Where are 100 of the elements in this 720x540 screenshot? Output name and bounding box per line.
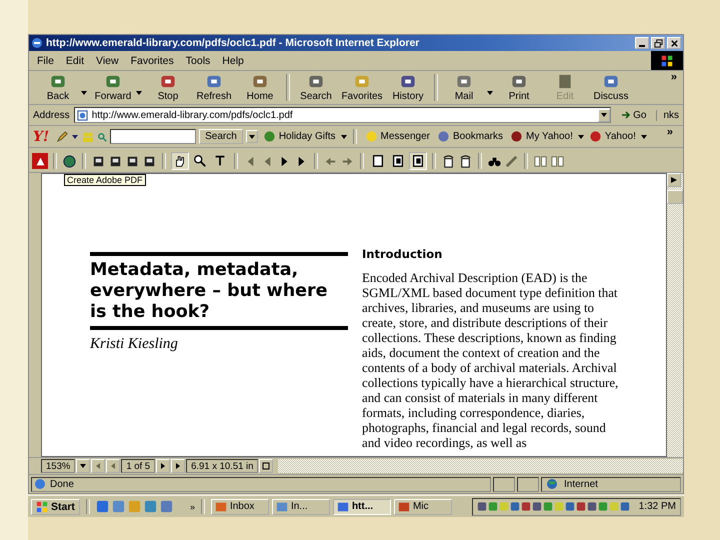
start-button[interactable]: Start xyxy=(31,498,80,514)
app-icon xyxy=(336,500,349,512)
quick-launch-icon[interactable] xyxy=(96,500,109,513)
dropdown-button[interactable] xyxy=(598,108,610,122)
rotate-page-icon[interactable] xyxy=(458,154,473,168)
app-icon xyxy=(398,500,410,512)
previous-page-button[interactable] xyxy=(106,459,120,473)
taskbar-button[interactable]: In... xyxy=(272,498,330,514)
toolbar-link[interactable]: Bookmarks xyxy=(434,130,505,143)
magnifier-icon xyxy=(193,154,207,168)
app-icon xyxy=(214,500,227,512)
toolbar-button[interactable]: Back xyxy=(35,73,81,102)
search-field[interactable] xyxy=(110,129,196,144)
author-name: Kristi Kiesling xyxy=(90,335,179,353)
caret-icon[interactable] xyxy=(640,134,647,138)
caret-icon xyxy=(248,134,255,138)
menu-item[interactable]: Tools xyxy=(186,54,210,66)
toolbar-link[interactable]: Yahoo! xyxy=(586,130,638,143)
tray-icon[interactable] xyxy=(620,501,630,512)
search-icon xyxy=(97,132,108,142)
windows-logo-icon xyxy=(651,51,683,70)
close-button[interactable] xyxy=(667,37,681,49)
tray-icon[interactable] xyxy=(510,501,520,512)
toolbar-button[interactable]: Mail xyxy=(441,73,487,102)
go-button[interactable]: Go xyxy=(615,110,652,120)
first-page-button[interactable] xyxy=(91,459,106,473)
link-icon xyxy=(364,130,378,143)
toolbar-button[interactable]: Stop xyxy=(145,73,191,102)
section-heading: Introduction xyxy=(362,247,444,261)
menu-item[interactable]: Help xyxy=(222,54,244,66)
toolbar-button[interactable]: History xyxy=(385,73,431,102)
window-title: http://www.emerald-library.com/pdfs/oclc1.pdf - Microsoft Internet Explorer xyxy=(46,37,420,49)
tray-icon[interactable] xyxy=(586,501,597,512)
text-cursor-icon xyxy=(213,154,227,168)
status-pane xyxy=(493,476,515,492)
app-icon xyxy=(276,500,288,512)
toolbar-button[interactable]: Discuss xyxy=(588,73,634,102)
dropdown-button[interactable] xyxy=(246,130,258,143)
tray-icon[interactable] xyxy=(520,501,531,512)
square-icon xyxy=(262,462,270,470)
rotate-page-icon[interactable] xyxy=(441,154,456,168)
tray-icon[interactable] xyxy=(532,501,542,512)
vertical-scrollbar[interactable] xyxy=(667,173,683,457)
caret-icon[interactable] xyxy=(72,134,78,138)
clock: 1:32 PM xyxy=(638,501,676,512)
toolbar-button[interactable]: Print xyxy=(496,73,542,102)
next-page-button[interactable] xyxy=(156,459,170,473)
column-icon[interactable] xyxy=(533,154,548,168)
menu-item[interactable]: Favorites xyxy=(130,54,174,66)
globe-icon[interactable] xyxy=(62,154,77,168)
taskbar-button[interactable]: Inbox xyxy=(210,498,269,514)
restore-icon xyxy=(654,38,662,48)
restore-button[interactable] xyxy=(651,37,665,49)
menu-item[interactable]: Edit xyxy=(66,54,84,66)
minimize-button[interactable] xyxy=(635,37,649,49)
page-layout-button[interactable] xyxy=(259,459,274,473)
caret-icon[interactable] xyxy=(81,90,87,94)
horizontal-scrollbar[interactable] xyxy=(278,459,683,473)
caret-icon[interactable] xyxy=(136,90,142,94)
more-chevron[interactable]: » xyxy=(670,71,683,83)
menu-item[interactable]: File xyxy=(37,54,54,66)
last-page-button[interactable] xyxy=(171,459,186,473)
tray-icon[interactable] xyxy=(576,501,586,512)
minimize-icon xyxy=(639,44,645,46)
toolbar-button[interactable]: Home xyxy=(237,73,283,102)
windows-logo-icon xyxy=(36,500,48,512)
link-icon xyxy=(262,130,276,143)
tool-button[interactable] xyxy=(171,152,189,170)
page-number[interactable]: 1 of 5 xyxy=(121,459,156,473)
zoom-level[interactable]: 153% xyxy=(41,459,76,473)
pencil-icon[interactable] xyxy=(56,130,70,143)
address-field[interactable]: http://www.emerald-library.com/pdfs/oclc1.pdf xyxy=(74,107,612,123)
scroll-button[interactable] xyxy=(667,173,681,187)
taskbar-button[interactable]: Mic xyxy=(394,498,452,514)
caret-icon[interactable] xyxy=(487,90,493,94)
globe-icon xyxy=(546,478,558,490)
links-button[interactable]: nks xyxy=(656,110,679,120)
taskbar-button[interactable]: htt... xyxy=(332,498,391,514)
search-button[interactable]: Search xyxy=(199,129,243,144)
more-chevron[interactable]: » xyxy=(190,502,195,512)
close-icon xyxy=(670,38,678,48)
menu-item[interactable]: View xyxy=(96,54,119,66)
caret-icon[interactable] xyxy=(578,134,584,138)
tray-icon[interactable] xyxy=(564,501,575,512)
scroll-thumb[interactable] xyxy=(667,190,683,204)
more-chevron[interactable]: » xyxy=(666,126,679,138)
zoom-dropdown-button[interactable] xyxy=(76,459,90,473)
toolbar-button[interactable]: Favorites xyxy=(339,73,385,102)
toolbar-button[interactable]: Forward xyxy=(90,73,136,102)
tray-icon[interactable] xyxy=(476,501,487,512)
page-view-button[interactable] xyxy=(409,152,427,170)
address-label: Address xyxy=(33,110,70,120)
toolbar-link[interactable]: My Yahoo! xyxy=(508,130,575,143)
toolbar-link[interactable]: Messenger xyxy=(362,130,432,143)
column-icon[interactable] xyxy=(550,154,565,168)
toolbar-button[interactable]: Search xyxy=(293,73,339,102)
toolbar-button[interactable]: Refresh xyxy=(191,73,237,102)
caret-icon[interactable] xyxy=(340,134,347,138)
toolbar-link[interactable]: Holiday Gifts xyxy=(260,130,338,143)
body-paragraph: Encoded Archival Description (EAD) is the SGML/XML based document type definition that archives, libraries, and museums are using to create, store, and distribute descriptions of their collections. These descriptions, known as finding aids, document the context of creation and the contents of a body of archival materials. Archival collections typically have a hierarchical structure, and can consist of materials in many different formats, including correspondence, diaries, photographs, financial and legal records, sound and video recordings, as well as xyxy=(362,271,620,451)
